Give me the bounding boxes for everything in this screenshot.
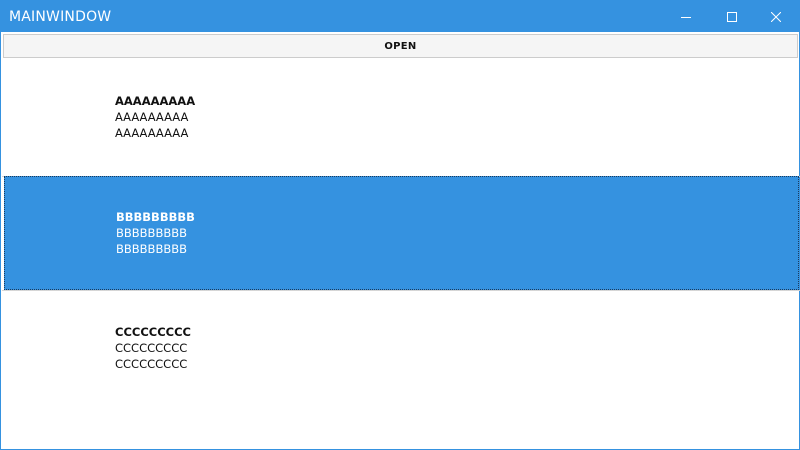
minimize-icon bbox=[681, 16, 691, 18]
list-item[interactable]: CCCCCCCCC CCCCCCCCC CCCCCCCCC bbox=[2, 290, 800, 450]
list-item-line: CCCCCCCCC bbox=[115, 341, 188, 355]
list-item-line: AAAAAAAAA bbox=[115, 126, 189, 140]
list-item-text: BBBBBBBBB BBBBBBBBB BBBBBBBBB bbox=[116, 209, 195, 257]
close-button[interactable] bbox=[753, 1, 799, 32]
open-button[interactable]: OPEN bbox=[3, 34, 798, 58]
list-item-text: AAAAAAAAA AAAAAAAAA AAAAAAAAA bbox=[115, 93, 195, 141]
maximize-button[interactable] bbox=[709, 1, 755, 32]
list-item[interactable]: AAAAAAAAA AAAAAAAAA AAAAAAAAA bbox=[2, 59, 800, 176]
title-bar[interactable]: MAINWINDOW bbox=[1, 1, 799, 32]
list-item-line: BBBBBBBBB bbox=[116, 226, 188, 240]
list-item-line: AAAAAAAAA bbox=[115, 110, 189, 124]
minimize-button[interactable] bbox=[663, 1, 709, 32]
list-item-title: CCCCCCCCC bbox=[115, 325, 191, 339]
main-window: MAINWINDOW OPEN AAAAAAAAA AAAAAAAAA AAAA… bbox=[0, 0, 800, 450]
list-item-line: BBBBBBBBB bbox=[116, 242, 188, 256]
list-item-selected[interactable]: BBBBBBBBB BBBBBBBBB BBBBBBBBB bbox=[4, 176, 799, 290]
list-item-line: CCCCCCCCC bbox=[115, 357, 188, 371]
item-list: AAAAAAAAA AAAAAAAAA AAAAAAAAA BBBBBBBBB … bbox=[2, 59, 800, 450]
list-item-text: CCCCCCCCC CCCCCCCCC CCCCCCCCC bbox=[115, 324, 191, 372]
window-title: MAINWINDOW bbox=[9, 9, 112, 25]
list-item-title: BBBBBBBBB bbox=[116, 210, 195, 224]
list-item-title: AAAAAAAAA bbox=[115, 94, 196, 108]
close-icon bbox=[771, 11, 781, 22]
maximize-icon bbox=[727, 11, 737, 22]
